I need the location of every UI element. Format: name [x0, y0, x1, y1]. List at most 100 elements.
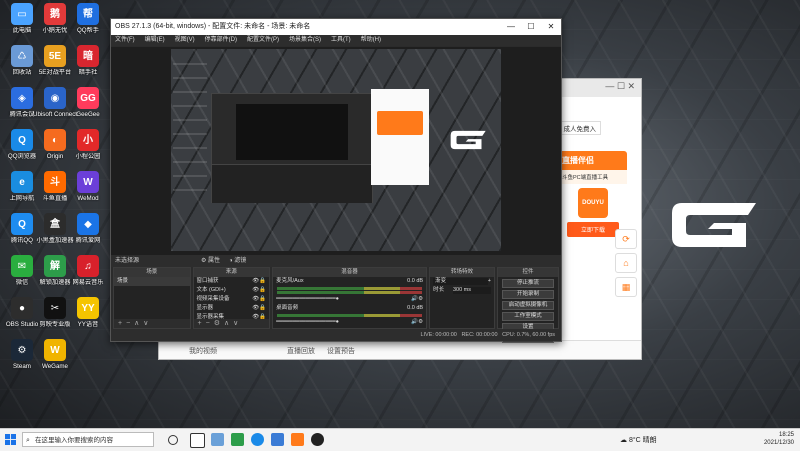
item-icon: 鹅: [44, 3, 66, 25]
desktop-icon[interactable]: GG GeeGee: [66, 87, 110, 118]
weather-widget[interactable]: ☁ 8°C 晴朗: [620, 435, 657, 445]
obs-taskbar-icon[interactable]: [311, 433, 324, 446]
obs-window[interactable]: OBS 27.1.3 (64-bit, windows) - 配置文件: 未命名…: [110, 18, 562, 343]
menu-item[interactable]: 帮助(H): [361, 35, 381, 46]
visibility-lock-icon[interactable]: 👁🔒: [252, 296, 266, 303]
sources-toolbar[interactable]: +−⚙∧∨: [193, 319, 270, 328]
menu-item[interactable]: 编辑(E): [145, 35, 165, 46]
item-icon: ◆: [77, 213, 99, 235]
qq-icon: 帮: [77, 3, 99, 25]
close-button[interactable]: ✕: [541, 19, 561, 35]
desktop-icon-label: 网易云音乐: [72, 279, 104, 286]
sources-dock: 来源 窗口捕获 👁🔒 文本 (GDI+) 👁🔒 视频采集设备 👁🔒 显示器 👁🔒 显示器采集 👁🔒…: [192, 267, 271, 329]
footer-link-replay[interactable]: 直播回放: [287, 346, 315, 356]
menu-item[interactable]: 配置文件(P): [247, 35, 279, 46]
side-toolbar: ⟳ ⌂ ▦: [611, 225, 641, 301]
menu-item[interactable]: 工具(T): [331, 35, 351, 46]
browser-icon[interactable]: [251, 433, 264, 446]
store-icon[interactable]: [231, 433, 244, 446]
no-source-label: 未选择源: [115, 258, 140, 264]
item-icon: ▭: [11, 3, 33, 25]
control-button-3[interactable]: 工作室模式: [501, 312, 554, 321]
minimize-button[interactable]: —: [501, 19, 521, 35]
geegee-icon: GG: [77, 87, 99, 109]
item-icon: ◈: [11, 87, 33, 109]
desktop-icon[interactable]: 暗暗手社: [66, 45, 110, 76]
transition-duration[interactable]: 时长 300 ms: [430, 286, 494, 295]
nested-browser-capture: [371, 89, 429, 185]
windows-start-icon[interactable]: [5, 434, 16, 445]
grid-icon[interactable]: ▦: [615, 277, 637, 297]
visibility-lock-icon[interactable]: 👁🔒: [252, 305, 266, 312]
source-item[interactable]: 窗口捕获 👁🔒: [194, 277, 270, 286]
footer-link-videos[interactable]: 我的视频: [189, 346, 217, 356]
desktop-icon[interactable]: 小小程公园: [66, 129, 110, 160]
douyu-logo-icon: DOUYU: [578, 188, 608, 218]
desktop-icon[interactable]: ◆ 腾讯爱网: [66, 213, 110, 244]
visibility-lock-icon[interactable]: 👁🔒: [252, 287, 266, 294]
ubisoft-connect-icon: ◉: [44, 87, 66, 109]
maximize-button[interactable]: ☐: [521, 19, 541, 35]
menu-item[interactable]: 停靠部件(D): [205, 35, 237, 46]
scenes-toolbar[interactable]: +−∧∨: [114, 319, 190, 328]
control-button-1[interactable]: 开始录制: [501, 290, 554, 299]
properties-button[interactable]: ⚙ 属性: [201, 255, 220, 267]
live-status: LIVE: 00:00:00: [420, 332, 457, 338]
preview-logo: [450, 130, 486, 150]
control-button-0[interactable]: 停止推流: [501, 279, 554, 288]
nested-obs-capture: [211, 93, 373, 203]
source-item[interactable]: 显示器 👁🔒: [194, 304, 270, 313]
mixer-controls[interactable]: ━━━━━━━━━━━━━━━━━━● 🔊⚙: [273, 318, 426, 327]
obs-titlebar[interactable]: OBS 27.1.3 (64-bit, windows) - 配置文件: 未命名…: [111, 19, 561, 35]
desktop-icon[interactable]: ♫ 网易云音乐: [66, 255, 110, 286]
obs-docks: 场景 场景 +−∧∨ 来源 窗口捕获 👁🔒 文本 (GDI+) 👁🔒 视频采集设备 👁🔒 显…: [111, 267, 561, 343]
home-icon[interactable]: ⌂: [615, 253, 637, 273]
mixer-controls[interactable]: ━━━━━━━━━━━━━━━━━━● 🔊⚙: [273, 295, 426, 304]
cortana-icon[interactable]: [168, 435, 178, 445]
mixer-meter: [277, 291, 423, 294]
taskbar-search[interactable]: ⌕ 在这里输入你要搜索的内容: [22, 432, 154, 447]
wallpaper-logo: [672, 203, 756, 247]
steam-icon: ⚙: [11, 339, 33, 361]
footer-link-preview[interactable]: 设置预告: [327, 346, 355, 356]
menu-item[interactable]: 视图(V): [175, 35, 195, 46]
system-clock[interactable]: 18:25 2021/12/30: [764, 431, 794, 447]
browser-window-controls[interactable]: — ☐ ✕: [605, 81, 635, 92]
preview-canvas[interactable]: [171, 49, 501, 251]
filters-button[interactable]: ◑ 滤镜: [229, 255, 246, 267]
browser-right-label[interactable]: 成人免费入: [558, 121, 601, 135]
search-icon: ⌕: [26, 437, 30, 444]
desktop-icon-label: GeeGee: [76, 111, 100, 118]
desktop-icon[interactable]: W WeGame: [33, 339, 77, 370]
menu-item[interactable]: 文件(F): [115, 35, 135, 46]
qq-icon: Q: [11, 213, 33, 235]
task-view-icon[interactable]: [190, 433, 205, 448]
visibility-lock-icon[interactable]: 👁🔒: [252, 278, 266, 285]
menu-item[interactable]: 场景集合(S): [289, 35, 321, 46]
mixer-meter: [277, 314, 423, 317]
app-icon[interactable]: [271, 433, 284, 446]
origin-icon: ◐: [44, 129, 66, 151]
obs-studio-icon: ●: [11, 297, 33, 319]
desktop-icon[interactable]: YY YY语音: [66, 297, 110, 328]
controls-header: 控件: [497, 268, 558, 277]
transitions-header: 转场特效: [430, 268, 494, 277]
control-button-2[interactable]: 启动虚拟摄像机: [501, 301, 554, 310]
transition-select[interactable]: 渐变 +: [430, 277, 494, 286]
obs-preview[interactable]: [111, 47, 561, 255]
file-explorer-icon[interactable]: [211, 433, 224, 446]
yy-icon: YY: [77, 297, 99, 319]
desktop-icon[interactable]: 帮 QQ帮手: [66, 3, 110, 34]
mixer-meter: [277, 287, 423, 290]
item-icon: ✉: [11, 255, 33, 277]
desktop-icon[interactable]: W WeMod: [66, 171, 110, 202]
source-item[interactable]: 视频采集设备 👁🔒: [194, 295, 270, 304]
refresh-icon[interactable]: ⟳: [615, 229, 637, 249]
desktop-icon-label: YY语音: [77, 321, 99, 328]
captured-desktop-icons: [173, 53, 207, 203]
desktop-icon-label: 暗手社: [78, 69, 98, 76]
source-item[interactable]: 文本 (GDI+) 👁🔒: [194, 286, 270, 295]
scene-item[interactable]: 场景: [114, 277, 190, 286]
douyu-icon[interactable]: [291, 433, 304, 446]
item-icon: ♫: [77, 255, 99, 277]
